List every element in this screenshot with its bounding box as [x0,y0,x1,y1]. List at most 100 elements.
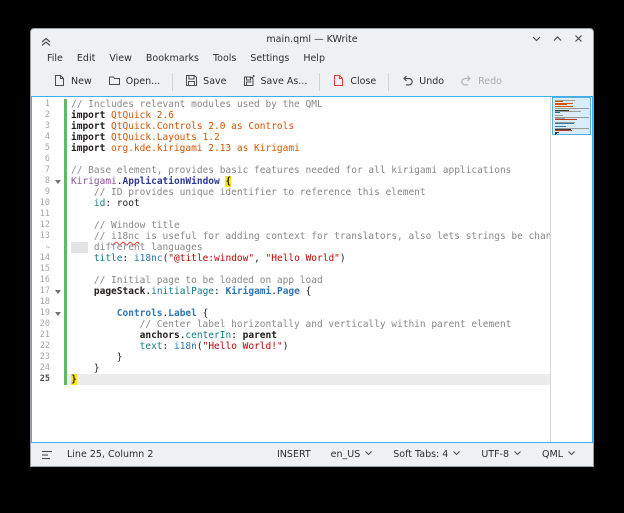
line-number[interactable]: 4 [32,132,53,143]
menu-item-edit[interactable]: Edit [70,51,102,66]
redo-icon [460,72,473,91]
statusbar: Line 25, Column 2 INSERT en_US Soft Tabs: … [31,443,593,466]
menu-item-tools[interactable]: Tools [206,51,243,66]
line-number[interactable]: 22 [32,341,53,352]
line-number[interactable]: 14 [32,253,53,264]
wrap-marker[interactable]: ↪ [32,242,53,253]
code-line-text[interactable]: text: i18n("Hello World!") [67,341,550,352]
line-number[interactable]: 10 [32,198,53,209]
line-number[interactable]: 8 [32,176,53,187]
code-line-text[interactable]: // Center label horizontally and vertica… [67,319,550,330]
code-line-text[interactable]: import QtQuick.Controls 2.0 as Controls [67,121,550,132]
code-line-text[interactable]: import org.kde.kirigami 2.13 as Kirigami [67,143,550,154]
code-line-text[interactable]: import QtQuick.Layouts 1.2 [67,132,550,143]
code-line-text[interactable]: // Base element, provides basic features… [67,165,550,176]
dictionary-select[interactable]: en_US [324,446,381,463]
code-wrapped-row: ↪ different languages [32,242,550,253]
line-number[interactable]: 16 [32,275,53,286]
menu-item-file[interactable]: File [40,51,70,66]
line-number[interactable]: 9 [32,187,53,198]
line-number[interactable]: 2 [32,110,53,121]
code-line-text[interactable]: } [67,374,550,385]
line-number[interactable]: 19 [32,308,53,319]
fold-column [53,264,64,275]
syntax-select[interactable]: QML [535,446,583,463]
code-line-text[interactable]: title: i18nc("@title:window", "Hello Wor… [67,253,550,264]
code-line-text[interactable]: id: root [67,198,550,209]
code-row: 1 // Includes relevant modules used by th… [32,99,550,110]
line-number[interactable]: 20 [32,319,53,330]
menu-item-view[interactable]: View [102,51,139,66]
line-number[interactable]: 7 [32,165,53,176]
new-button[interactable]: New [45,68,100,95]
fold-column [53,187,64,198]
code-line-text[interactable]: // ID provides unique identifier to refe… [67,187,550,198]
document-list-icon[interactable] [41,449,55,461]
code-line-text[interactable]: // Includes relevant modules used by the… [67,99,550,110]
code-line-text[interactable]: Kirigami.ApplicationWindow { [67,176,550,187]
double-chevron-up-icon[interactable] [40,33,52,45]
line-number[interactable]: 18 [32,297,53,308]
syntax-select-label: QML [542,449,563,460]
toolbar-separator [319,73,320,91]
text-editor-view[interactable]: 1 // Includes relevant modules used by th… [31,96,593,443]
chevron-up-icon [552,29,563,48]
save-button[interactable]: Save [177,68,234,95]
code-row: 23 } [32,352,550,363]
code-line-text[interactable] [67,209,550,220]
code-pane[interactable]: 1 // Includes relevant modules used by th… [32,97,550,442]
titlebar[interactable]: main.qml — KWrite [31,29,593,49]
undo-button[interactable]: Undo [393,68,452,95]
fold-column [53,165,64,176]
menu-item-settings[interactable]: Settings [243,51,296,66]
line-number[interactable]: 25 [32,374,53,385]
menu-item-help[interactable]: Help [296,51,332,66]
tab-mode-select[interactable]: Soft Tabs: 4 [386,446,468,463]
line-number[interactable]: 24 [32,363,53,374]
code-line-text[interactable]: // i18nc is useful for adding context fo… [67,231,550,242]
minimap-viewport-indicator[interactable] [552,97,591,135]
code-line-text[interactable] [67,264,550,275]
line-number[interactable]: 11 [32,209,53,220]
close-button[interactable] [572,32,585,45]
redo-button[interactable]: Redo [452,68,510,95]
line-number[interactable]: 13 [32,231,53,242]
code-line-text[interactable]: } [67,363,550,374]
line-number[interactable]: 21 [32,330,53,341]
code-line-text[interactable]: different languages [67,242,550,253]
code-line-text[interactable]: pageStack.initialPage: Kirigami.Page { [67,286,550,297]
insert-mode[interactable]: INSERT [270,446,318,463]
minimize-button[interactable] [530,32,543,45]
toolbar-button-label: New [71,76,92,87]
line-number[interactable]: 23 [32,352,53,363]
code-row: 9 // ID provides unique identifier to re… [32,187,550,198]
menu-item-bookmarks[interactable]: Bookmarks [139,51,206,66]
line-number[interactable]: 3 [32,121,53,132]
code-line-text[interactable]: // Window title [67,220,550,231]
open-button[interactable]: Open... [100,68,168,95]
saveas-button[interactable]: Save As... [235,68,316,95]
code-line-text[interactable]: import QtQuick 2.6 [67,110,550,121]
fold-marker-icon[interactable] [53,176,64,187]
line-number[interactable]: 12 [32,220,53,231]
scrollbar-minimap[interactable] [550,97,592,442]
line-number[interactable]: 15 [32,264,53,275]
code-line-text[interactable] [67,297,550,308]
close-button[interactable]: Close [324,68,384,95]
code-line-text[interactable]: Controls.Label { [67,308,550,319]
code-row: 21 anchors.centerIn: parent [32,330,550,341]
fold-marker-icon[interactable] [53,308,64,319]
fold-marker-icon[interactable] [53,286,64,297]
encoding-select[interactable]: UTF-8 [474,446,529,463]
code-line-text[interactable]: // Initial page to be loaded on app load [67,275,550,286]
line-number[interactable]: 5 [32,143,53,154]
code-row: 11 [32,209,550,220]
code-line-text[interactable]: } [67,352,550,363]
line-number[interactable]: 1 [32,99,53,110]
cursor-position[interactable]: Line 25, Column 2 [67,449,153,460]
line-number[interactable]: 6 [32,154,53,165]
maximize-button[interactable] [551,32,564,45]
line-number[interactable]: 17 [32,286,53,297]
code-line-text[interactable] [67,154,550,165]
code-line-text[interactable]: anchors.centerIn: parent [67,330,550,341]
